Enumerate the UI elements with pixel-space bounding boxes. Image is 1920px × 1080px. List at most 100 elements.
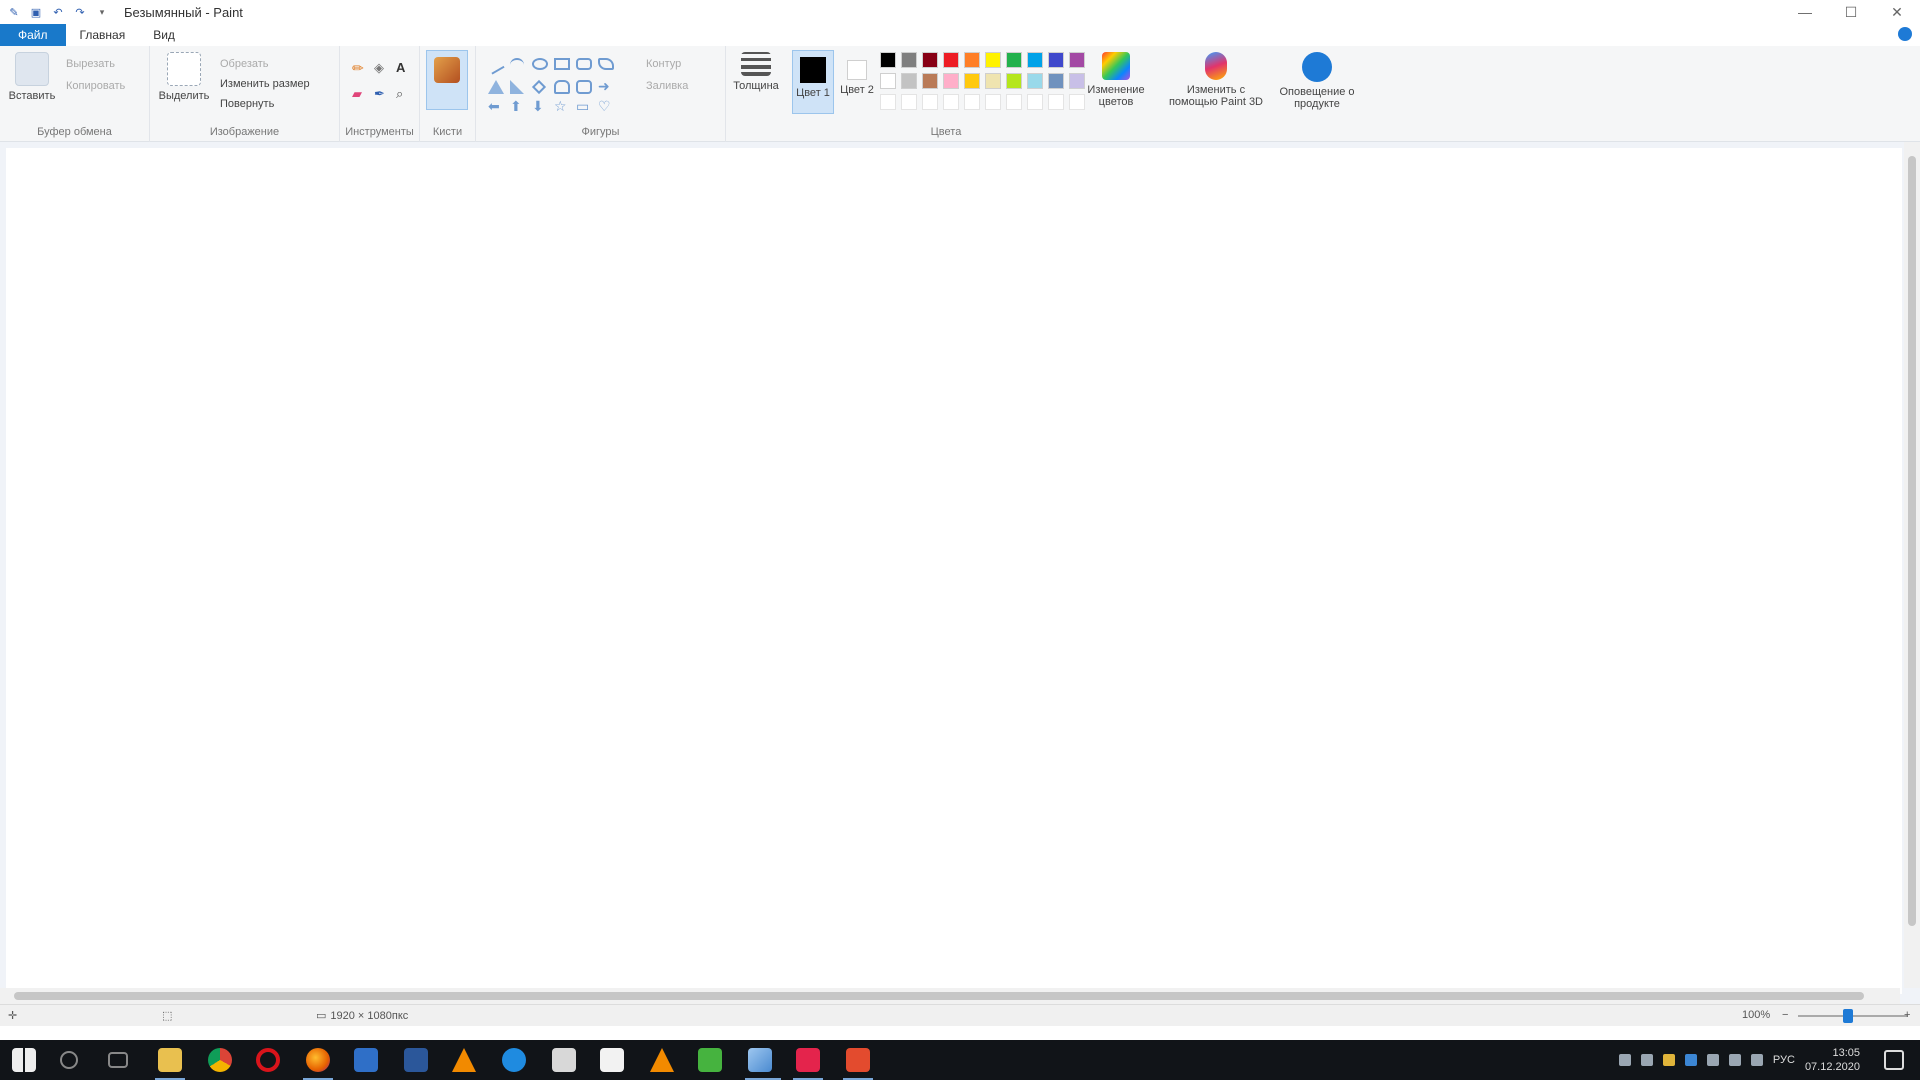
maximize-button[interactable]: ☐ bbox=[1828, 0, 1874, 24]
drawing-canvas[interactable] bbox=[6, 148, 1902, 994]
shape-rectangle-icon[interactable] bbox=[554, 58, 570, 70]
shape-arrow-up-icon[interactable]: ⬆ bbox=[510, 98, 522, 115]
chrome-icon[interactable] bbox=[208, 1048, 232, 1072]
palette-swatch[interactable] bbox=[1048, 73, 1064, 89]
shape-arrow-right-icon[interactable]: ➜ bbox=[598, 78, 610, 95]
shapes-gallery[interactable]: ➜ ⬅ ⬆ ⬇ ☆ ▭ ♡ bbox=[484, 54, 634, 116]
outline-button[interactable]: Контур bbox=[646, 58, 681, 70]
file-explorer-icon[interactable] bbox=[158, 1048, 182, 1072]
zoom-in-button[interactable]: + bbox=[1904, 1009, 1910, 1021]
start-icon[interactable] bbox=[12, 1048, 36, 1072]
customize-qat-icon[interactable]: ▾ bbox=[94, 4, 110, 20]
tab-view[interactable]: Вид bbox=[139, 24, 189, 46]
product-alert-button[interactable]: Оповещение о продукте bbox=[1272, 52, 1362, 110]
shape-diamond-icon[interactable] bbox=[531, 79, 547, 95]
notepad-icon[interactable] bbox=[600, 1048, 624, 1072]
notification-center-icon[interactable] bbox=[1884, 1050, 1904, 1070]
text-icon[interactable]: A bbox=[396, 60, 405, 75]
palette-swatch[interactable] bbox=[1069, 52, 1085, 68]
palette-swatch[interactable] bbox=[1069, 73, 1085, 89]
rotate-button[interactable]: Повернуть bbox=[220, 98, 274, 110]
volume-icon[interactable] bbox=[1728, 1054, 1741, 1066]
shape-triangle-icon[interactable] bbox=[488, 80, 504, 94]
tray-bluetooth-icon[interactable] bbox=[1684, 1054, 1697, 1066]
palette-custom-swatch[interactable] bbox=[901, 94, 917, 110]
mail-icon[interactable] bbox=[354, 1048, 378, 1072]
cut-button[interactable]: Вырезать bbox=[66, 58, 115, 70]
palette-custom-swatch[interactable] bbox=[1006, 94, 1022, 110]
office-icon[interactable] bbox=[846, 1048, 870, 1072]
tray-app-icon[interactable] bbox=[1640, 1054, 1653, 1066]
palette-swatch[interactable] bbox=[1027, 73, 1043, 89]
palette-swatch[interactable] bbox=[880, 52, 896, 68]
vlc-icon-2[interactable] bbox=[650, 1048, 674, 1072]
horizontal-scrollbar[interactable] bbox=[0, 988, 1900, 1004]
zoom-slider-track[interactable] bbox=[1798, 1015, 1908, 1017]
firefox-icon[interactable] bbox=[306, 1048, 330, 1072]
shape-hexagon-icon[interactable] bbox=[576, 80, 592, 94]
green-app-icon[interactable] bbox=[698, 1048, 722, 1072]
crop-button[interactable]: Обрезать bbox=[220, 58, 269, 70]
color-picker-icon[interactable]: ✒ bbox=[374, 86, 385, 102]
redo-icon[interactable]: ↷ bbox=[72, 4, 88, 20]
tab-home[interactable]: Главная bbox=[66, 24, 140, 46]
brushes-button[interactable] bbox=[426, 50, 468, 110]
palette-swatch[interactable] bbox=[1006, 73, 1022, 89]
palette-swatch[interactable] bbox=[964, 52, 980, 68]
shape-rounded-rectangle-icon[interactable] bbox=[576, 58, 592, 70]
fill-button[interactable]: Заливка bbox=[646, 80, 688, 92]
palette-swatch[interactable] bbox=[985, 73, 1001, 89]
palette-custom-swatch[interactable] bbox=[880, 94, 896, 110]
opera-icon[interactable] bbox=[256, 1048, 280, 1072]
shape-curve-icon[interactable] bbox=[510, 58, 524, 72]
palette-swatch[interactable] bbox=[901, 52, 917, 68]
palette-swatch[interactable] bbox=[1048, 52, 1064, 68]
magnifier-icon[interactable]: ⌕ bbox=[396, 86, 403, 102]
help-icon[interactable] bbox=[1898, 27, 1912, 41]
shape-arrow-left-icon[interactable]: ⬅ bbox=[488, 98, 500, 115]
paste-button[interactable]: Вставить bbox=[6, 52, 58, 102]
shape-heart-icon[interactable]: ♡ bbox=[598, 98, 611, 115]
copy-button[interactable]: Копировать bbox=[66, 80, 125, 92]
zoom-slider-thumb[interactable] bbox=[1843, 1009, 1853, 1023]
palette-custom-swatch[interactable] bbox=[1048, 94, 1064, 110]
palette-swatch[interactable] bbox=[901, 73, 917, 89]
resize-button[interactable]: Изменить размер bbox=[220, 78, 310, 90]
tab-file[interactable]: Файл bbox=[0, 24, 66, 46]
palette-custom-swatch[interactable] bbox=[922, 94, 938, 110]
fill-icon[interactable]: ◈ bbox=[374, 60, 384, 76]
tray-chevron-icon[interactable] bbox=[1618, 1054, 1631, 1066]
size-button[interactable]: Толщина bbox=[732, 52, 780, 92]
tray-shield-icon[interactable] bbox=[1662, 1054, 1675, 1066]
task-view-icon[interactable] bbox=[108, 1052, 128, 1068]
shape-line-icon[interactable] bbox=[485, 55, 505, 75]
vertical-scroll-thumb[interactable] bbox=[1908, 156, 1916, 926]
palette-custom-swatch[interactable] bbox=[964, 94, 980, 110]
vlc-icon[interactable] bbox=[452, 1048, 476, 1072]
palette-custom-swatch[interactable] bbox=[943, 94, 959, 110]
palette-swatch[interactable] bbox=[1027, 52, 1043, 68]
horizontal-scroll-thumb[interactable] bbox=[14, 992, 1864, 1000]
edit-colors-button[interactable]: Изменение цветов bbox=[1086, 52, 1146, 108]
palette-swatch[interactable] bbox=[1006, 52, 1022, 68]
zoom-out-button[interactable]: − bbox=[1782, 1009, 1788, 1021]
palette-swatch[interactable] bbox=[880, 73, 896, 89]
minimize-button[interactable]: — bbox=[1782, 0, 1828, 24]
close-button[interactable]: ✕ bbox=[1874, 0, 1920, 24]
palette-swatch[interactable] bbox=[964, 73, 980, 89]
save-icon[interactable]: ▣ bbox=[28, 4, 44, 20]
shape-polygon-icon[interactable] bbox=[598, 58, 614, 70]
battery-icon[interactable] bbox=[1750, 1054, 1763, 1066]
shape-oval-icon[interactable] bbox=[532, 58, 548, 70]
shape-pentagon-icon[interactable] bbox=[554, 80, 570, 94]
vertical-scrollbar[interactable] bbox=[1904, 142, 1920, 988]
clock[interactable]: 13:05 07.12.2020 bbox=[1805, 1046, 1860, 1074]
pencil-icon[interactable]: ✏ bbox=[352, 60, 364, 77]
color2-button[interactable]: Цвет 2 bbox=[838, 50, 876, 114]
shape-callout-icon[interactable]: ▭ bbox=[576, 98, 589, 115]
media-icon[interactable] bbox=[796, 1048, 820, 1072]
eraser-icon[interactable]: ▰ bbox=[352, 86, 362, 102]
palette-swatch[interactable] bbox=[922, 52, 938, 68]
shape-right-triangle-icon[interactable] bbox=[510, 80, 524, 94]
paint3d-button[interactable]: Изменить с помощью Paint 3D bbox=[1166, 52, 1266, 108]
